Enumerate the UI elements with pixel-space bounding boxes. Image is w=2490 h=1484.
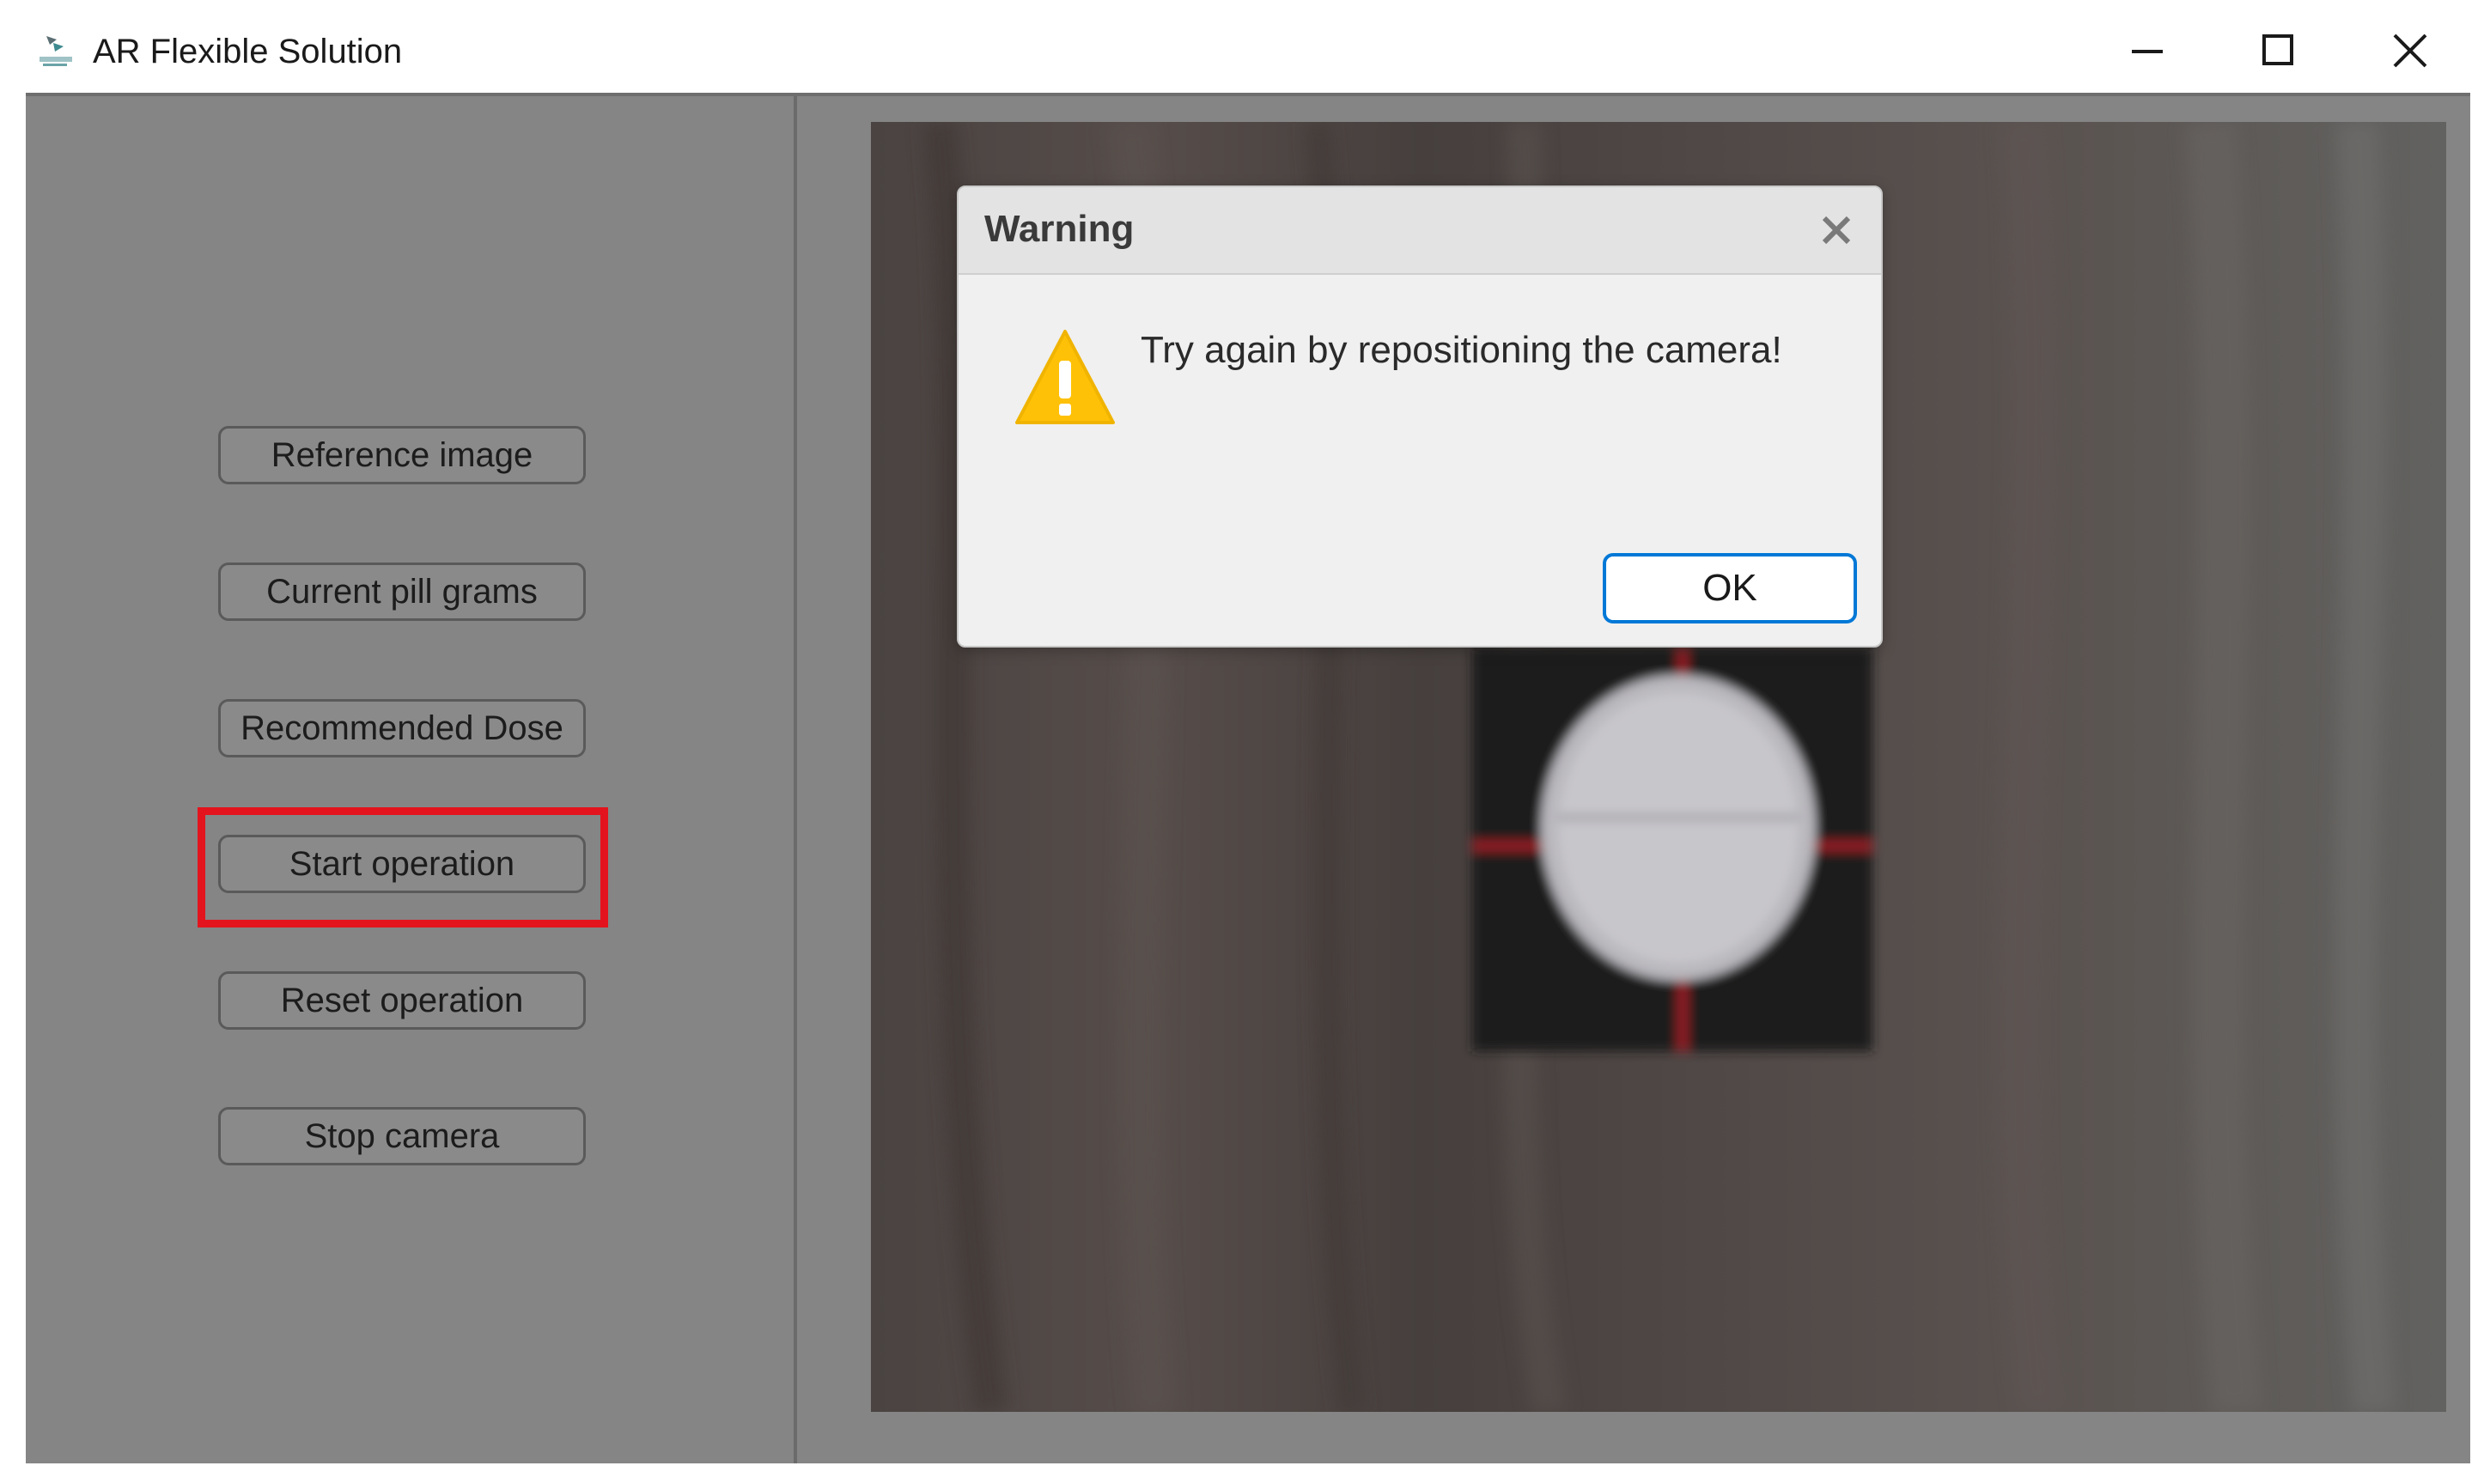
recommended-dose-button[interactable]: Recommended Dose	[218, 699, 586, 757]
minimize-icon[interactable]	[2113, 21, 2182, 81]
start-operation-highlight	[198, 807, 608, 928]
dialog-title: Warning	[984, 208, 1135, 250]
dialog-close-icon[interactable]	[1817, 211, 1855, 249]
stop-camera-button[interactable]: Stop camera	[218, 1107, 586, 1165]
dialog-header: Warning	[959, 187, 1881, 275]
warning-dialog: Warning Try again by repositioning the c…	[957, 186, 1883, 648]
title-bar: AR Flexible Solution	[0, 0, 2490, 96]
dialog-message: Try again by repositioning the camera!	[1141, 329, 1782, 371]
panel-divider	[794, 96, 797, 1463]
close-icon[interactable]	[2376, 21, 2444, 81]
maximize-icon[interactable]	[2243, 21, 2312, 81]
window-title: AR Flexible Solution	[93, 33, 403, 70]
app-window: AR Flexible Solution Reference image Cur…	[0, 0, 2490, 1484]
reference-image-button[interactable]: Reference image	[218, 426, 586, 484]
ok-button[interactable]: OK	[1603, 553, 1857, 623]
app-logo-icon	[34, 31, 77, 69]
warning-icon	[1015, 330, 1115, 424]
current-pill-grams-button[interactable]: Current pill grams	[218, 563, 586, 621]
reset-operation-button[interactable]: Reset operation	[218, 971, 586, 1030]
